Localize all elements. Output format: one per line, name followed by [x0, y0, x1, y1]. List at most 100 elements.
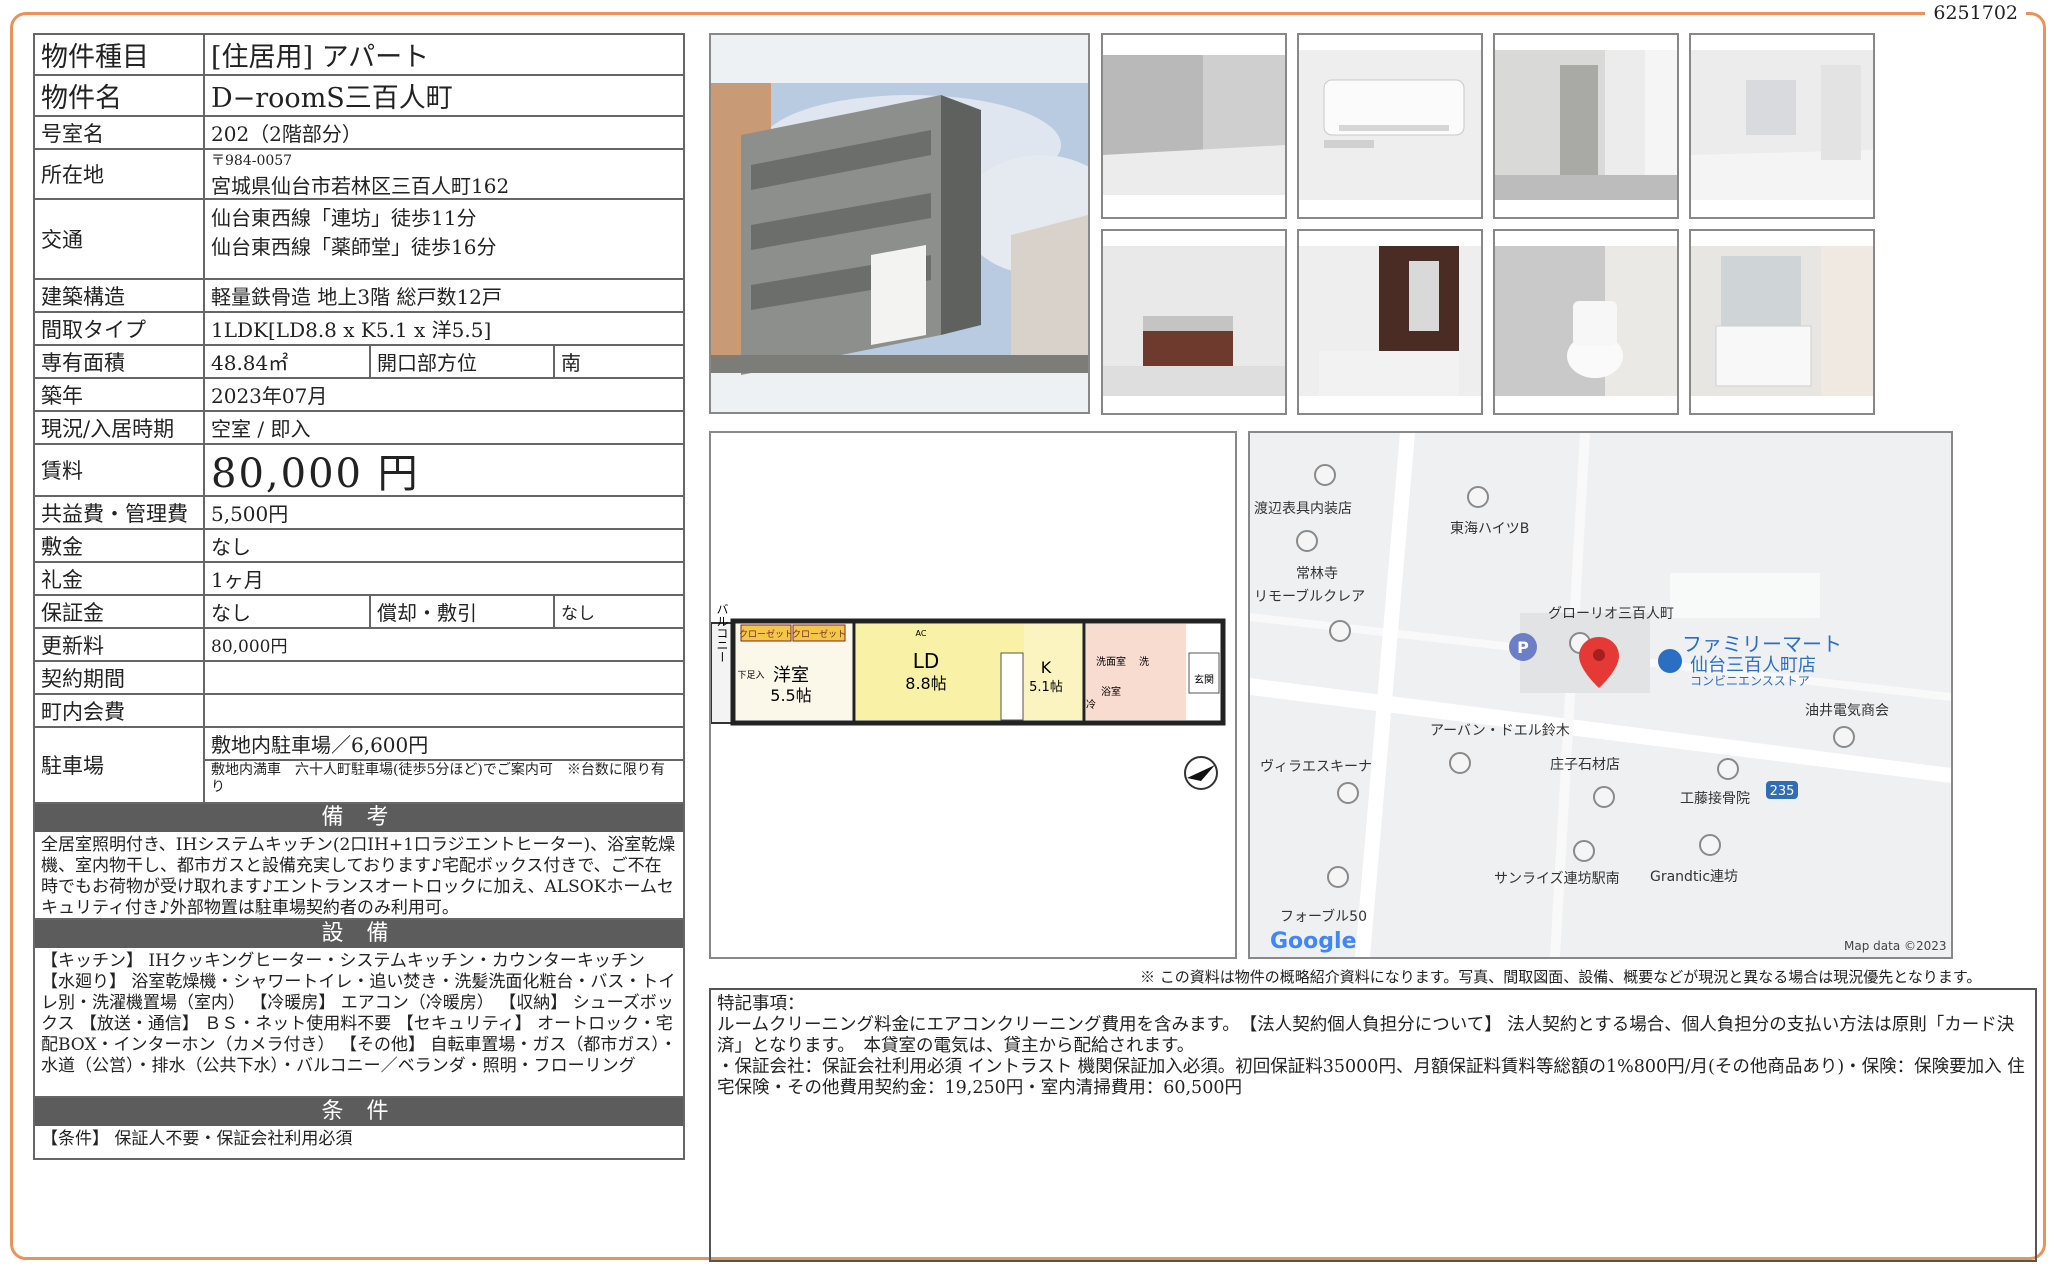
row-layout: 間取タイプ 1LDK[LD8.8 x K5.1 x 洋5.5] [35, 313, 683, 346]
map-label-17: フォーブル50 [1280, 908, 1367, 925]
photo-hallway[interactable] [1689, 33, 1875, 219]
row-type: 物件種目 [住居用] アパート [35, 35, 683, 76]
row-deposit: 敷金 なし [35, 530, 683, 563]
kitchen-image [1103, 231, 1285, 413]
floor-plan-drawing: バルコニー クローゼット クローゼット 洋室 5.5帖 下足入 LD 8.8帖 … [710, 603, 1226, 790]
access-line-2: 仙台東西線「薬師堂」徒歩16分 [211, 235, 497, 259]
document-number: 6251702 [1925, 2, 2026, 24]
row-parking: 駐車場 敷地内駐車場／6,600円 敷地内満車 六十人町駐車場(徒歩5分ほど)で… [35, 728, 683, 804]
access-line-1: 仙台東西線「連坊」徒歩11分 [211, 206, 477, 230]
map-label-12: 庄子石材店 [1550, 756, 1620, 773]
washbasin-image [1691, 231, 1873, 413]
photo-toilet[interactable] [1493, 229, 1679, 415]
keymoney-value: 1ヶ月 [211, 568, 264, 592]
renewal-value: 80,000円 [211, 637, 288, 657]
map-label-4: リモーブルクレア [1254, 588, 1365, 605]
photo-bathroom[interactable] [1297, 229, 1483, 415]
deposit-value: なし [211, 535, 251, 559]
map-label-3: 常林寺 [1296, 566, 1338, 582]
area-label: 専有面積 [35, 346, 205, 377]
photo-kitchen[interactable] [1101, 229, 1287, 415]
western-room-size: 5.5帖 [770, 686, 811, 705]
row-room: 号室名 202（2階部分） [35, 117, 683, 150]
amortization-value: なし [561, 604, 595, 624]
map-credit: Map data ©2023 [1844, 939, 1947, 953]
svg-text:P: P [1517, 638, 1529, 657]
entrance-label: 玄関 [1194, 673, 1214, 686]
status-value: 空室 / 即入 [211, 417, 311, 441]
bathroom-image [1299, 231, 1481, 413]
name-label: 物件名 [35, 76, 205, 115]
row-renewal: 更新料 80,000円 [35, 629, 683, 662]
remarks-heading: 備 考 [35, 804, 683, 832]
contract-value [205, 662, 683, 693]
map-label-6: ファミリーマート [1682, 632, 1842, 656]
living-room-image [1103, 35, 1285, 217]
direction-label: 開口部方位 [371, 346, 555, 377]
row-guarantee: 保証金 なし 償却・敷引 なし [35, 596, 683, 629]
address-label: 所在地 [35, 150, 205, 198]
kitchen-label: K [1041, 658, 1052, 677]
direction-value: 南 [561, 351, 581, 375]
status-label: 現況/入居時期 [35, 412, 205, 443]
postal-code: 〒984-0057 [211, 152, 293, 169]
closet-1-label: クローゼット [739, 628, 793, 640]
photo-entrance[interactable] [1493, 33, 1679, 219]
remarks-text: 全居室照明付き、IHシステムキッチン(2口IH+1口ラジエントヒーター)、浴室乾… [35, 832, 683, 920]
map-label-15: サンライズ連坊駅南 [1494, 871, 1620, 887]
structure-value: 軽量鉄骨造 地上3階 総戸数12戸 [211, 285, 502, 309]
location-map[interactable]: 渡辺表具内装店 東海ハイツB 常林寺 リモーブルクレア グローリオ三百人町 ファ… [1248, 431, 1953, 959]
map-label-7: 仙台三百人町店 [1690, 655, 1816, 676]
ld-label: LD [913, 649, 940, 673]
keymoney-label: 礼金 [35, 563, 205, 594]
type-label: 物件種目 [35, 35, 205, 74]
kitchen-size: 5.1帖 [1029, 680, 1063, 695]
building-exterior-photo[interactable] [709, 33, 1121, 414]
wash-label: 洗 [1139, 656, 1149, 668]
photo-washbasin[interactable] [1689, 229, 1875, 415]
row-name: 物件名 D−roomS三百人町 [35, 76, 683, 117]
row-fee: 共益費・管理費 5,500円 [35, 497, 683, 530]
bath-label: 浴室 [1101, 685, 1121, 698]
photo-living-room[interactable] [1101, 33, 1287, 219]
map-label-8: コンビニエンスストア [1690, 674, 1810, 688]
special-notes: 特記事項： ルームクリーニング料金にエアコンクリーニング費用を含みます。 【法人… [709, 988, 2037, 1262]
amortization-label: 償却・敷引 [371, 596, 555, 627]
built-value: 2023年07月 [211, 384, 328, 408]
photo-air-conditioner[interactable] [1297, 33, 1483, 219]
floor-plan[interactable]: バルコニー クローゼット クローゼット 洋室 5.5帖 下足入 LD 8.8帖 … [709, 431, 1237, 959]
row-built: 築年 2023年07月 [35, 379, 683, 412]
ld-size: 8.8帖 [905, 674, 946, 693]
special-notes-title: 特記事項： [717, 994, 805, 1014]
conditions-text: 【条件】 保証人不要・保証会社利用必須 [41, 1129, 353, 1149]
room-label: 号室名 [35, 117, 205, 148]
structure-label: 建築構造 [35, 280, 205, 311]
convenience-store-icon [1658, 649, 1682, 673]
guarantee-label: 保証金 [35, 596, 205, 627]
conditions-heading: 条 件 [35, 1098, 683, 1126]
association-value [205, 695, 683, 726]
rent-value: 80,000 円 [211, 451, 420, 497]
rent-label: 賃料 [35, 445, 205, 495]
fee-label: 共益費・管理費 [35, 497, 205, 528]
row-rent: 賃料 80,000 円 [35, 445, 683, 497]
built-label: 築年 [35, 379, 205, 410]
map-drawing: 渡辺表具内装店 東海ハイツB 常林寺 リモーブルクレア グローリオ三百人町 ファ… [1250, 433, 1951, 957]
row-association: 町内会費 [35, 695, 683, 728]
closet-2-label: クローゼット [792, 628, 846, 640]
balcony-label: バルコニー [715, 603, 729, 663]
disclaimer-notice: ※ この資料は物件の概略紹介資料になります。写真、間取図面、設備、概要などが現況… [1140, 968, 1982, 986]
row-area: 専有面積 48.84㎡ 開口部方位 南 [35, 346, 683, 379]
deposit-label: 敷金 [35, 530, 205, 561]
type-value: [住居用] アパート [211, 42, 430, 73]
google-logo: Google [1270, 929, 1357, 954]
layout-value: 1LDK[LD8.8 x K5.1 x 洋5.5] [211, 318, 492, 342]
row-address: 所在地 〒984-0057 宮城県仙台市若林区三百人町162 [35, 150, 683, 200]
map-label-9: 油井電気商会 [1805, 703, 1889, 719]
access-label: 交通 [35, 200, 205, 278]
row-keymoney: 礼金 1ヶ月 [35, 563, 683, 596]
row-structure: 建築構造 軽量鉄骨造 地上3階 総戸数12戸 [35, 280, 683, 313]
map-label-10: アーバン・ドエル鈴木 [1430, 723, 1570, 739]
equipment-text: 【キッチン】 IHクッキングヒーター・システムキッチン・カウンターキッチン 【水… [35, 948, 683, 1098]
map-label-1: 渡辺表具内装店 [1254, 501, 1352, 517]
